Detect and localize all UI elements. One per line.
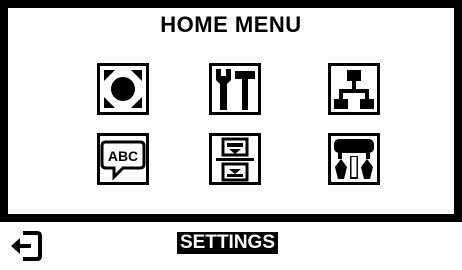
implement-drill-icon [328, 133, 380, 185]
selected-item-label: SETTINGS [177, 232, 279, 254]
settings-gear-icon [97, 63, 149, 115]
language-menu-button[interactable]: ABC [97, 133, 149, 185]
tools-menu-button[interactable] [209, 63, 261, 115]
page-title: HOME MENU [160, 12, 302, 37]
language-abc-speech-bubble-icon: ABC [97, 133, 149, 185]
settings-menu-button[interactable] [97, 63, 149, 115]
exit-back-arrow-icon [11, 231, 42, 261]
scroll-menu-button[interactable] [209, 133, 261, 185]
tools-wrench-hammer-icon [209, 63, 261, 115]
network-hierarchy-icon [328, 63, 380, 115]
display-screen: HOME MENU ABC SETTINGS [0, 0, 462, 270]
svg-text:ABC: ABC [108, 148, 138, 164]
network-menu-button[interactable] [328, 63, 380, 115]
scroll-up-down-menu-icon [209, 133, 261, 185]
back-button[interactable] [8, 228, 44, 264]
implement-menu-button[interactable] [328, 133, 380, 185]
